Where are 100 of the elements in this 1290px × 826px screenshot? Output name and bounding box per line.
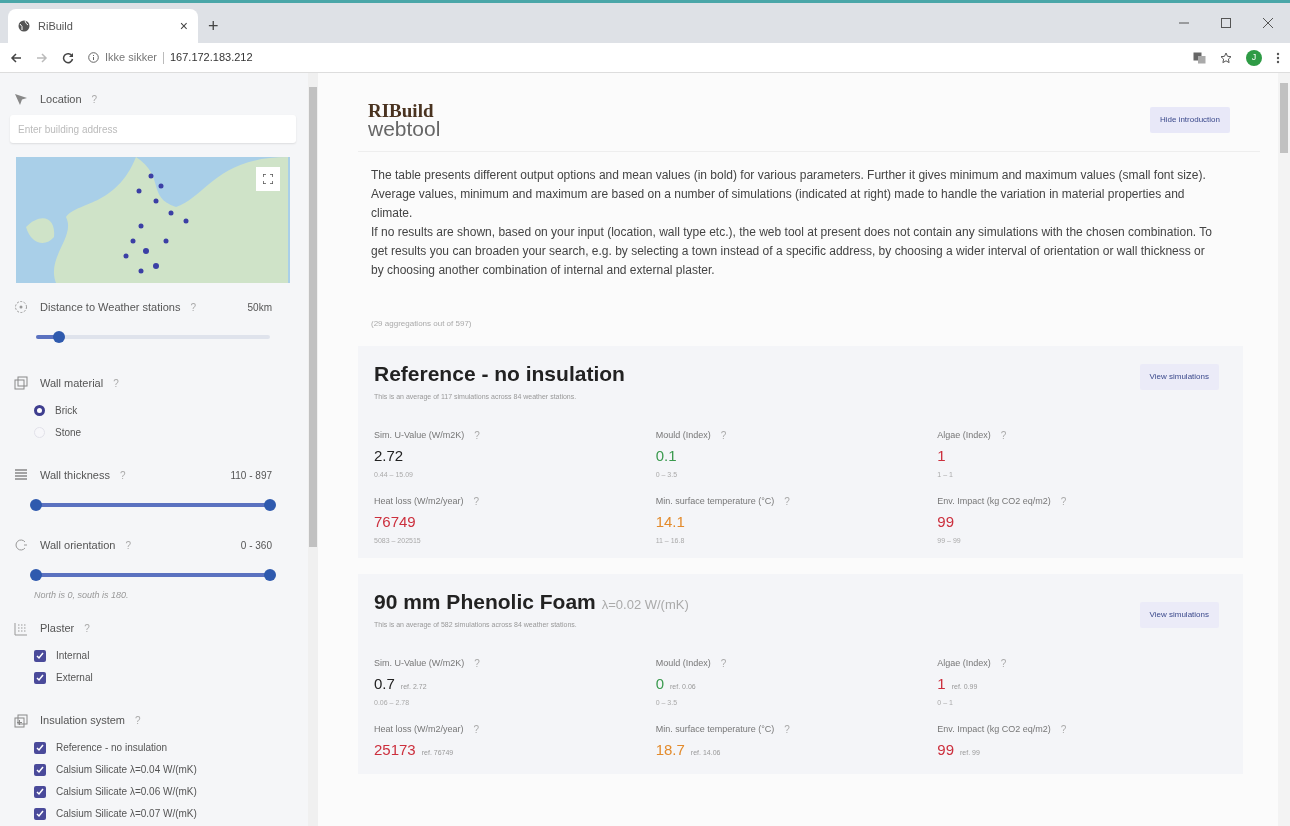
view-simulations-button[interactable]: View simulations: [1139, 602, 1219, 628]
metric-value: 0: [655, 674, 664, 694]
section-label: Wall thickness: [40, 467, 110, 483]
help-icon[interactable]: ?: [720, 656, 727, 671]
fullscreen-button[interactable]: [256, 167, 280, 191]
metric-value: 99: [937, 512, 954, 532]
address-bar[interactable]: Ikke sikker 167.172.183.212: [88, 45, 1179, 70]
slider-thumb[interactable]: [264, 499, 276, 511]
metric-label: Algae (Index): [937, 656, 991, 670]
translate-icon[interactable]: [1193, 51, 1206, 64]
metric-label: Mould (Index): [655, 656, 711, 670]
intro-paragraph: The table presents different output options and mean values (in bold) for various parameters. Further it gives minimum and maximum values (small font size). Average values, minimum and maximum are based on a number of simulations (indicated at right) made to handle the variation in material properties and climate.: [371, 167, 1207, 222]
metric-value: 0.7: [374, 674, 395, 694]
slider-thumb[interactable]: [53, 331, 66, 343]
help-icon[interactable]: ?: [784, 494, 790, 509]
checkbox[interactable]: [34, 741, 46, 754]
metric-label: Min. surface temperature (°C): [655, 722, 775, 736]
metric-value: 1: [937, 446, 946, 466]
card-title: Reference - no insulation: [374, 361, 625, 387]
url-text: 167.172.183.212: [169, 50, 253, 66]
metric-value: 14.1: [655, 512, 685, 532]
profile-avatar[interactable]: J: [1246, 49, 1262, 66]
help-icon[interactable]: ?: [720, 428, 727, 443]
metric-label: Env. Impact (kg CO2 eq/m2): [937, 494, 1051, 508]
aggregation-count: (29 aggregations out of 597): [370, 318, 473, 330]
checkbox[interactable]: [34, 763, 46, 776]
checkbox[interactable]: [34, 649, 46, 662]
view-simulations-button[interactable]: View simulations: [1139, 364, 1219, 390]
help-icon[interactable]: ?: [91, 91, 98, 107]
scrollbar-thumb[interactable]: [1280, 83, 1288, 153]
slider-note: North is 0, south is 180.: [33, 589, 130, 602]
help-icon[interactable]: ?: [113, 375, 119, 391]
metric-label: Mould (Index): [655, 428, 711, 442]
new-tab-button[interactable]: +: [198, 9, 229, 43]
slider-thumb[interactable]: [264, 569, 276, 581]
close-icon[interactable]: [1262, 17, 1274, 29]
window-plus-icon: [14, 713, 28, 728]
help-icon[interactable]: ?: [190, 299, 196, 315]
scrollbar-thumb[interactable]: [309, 87, 317, 547]
checkbox[interactable]: [34, 807, 46, 820]
slider-thumb[interactable]: [30, 499, 42, 511]
lambda-note: λ=0.02 W/(mK): [601, 596, 689, 614]
option-label: Calsium Silicate λ=0.06 W/(mK): [56, 785, 197, 799]
dotted-grid-icon: [14, 621, 28, 636]
layers-icon: [14, 468, 28, 482]
checkbox[interactable]: [34, 785, 46, 798]
tab-close-button[interactable]: ×: [179, 15, 188, 37]
section-label: Insulation system: [40, 713, 125, 729]
metric-value: 76749: [374, 512, 416, 532]
option-label: Brick: [55, 403, 78, 418]
security-label: Ikke sikker: [105, 50, 157, 66]
help-icon[interactable]: ?: [1000, 428, 1007, 443]
crosshair-icon: [14, 300, 28, 314]
back-icon[interactable]: [10, 51, 22, 64]
info-icon: [88, 52, 99, 63]
help-icon[interactable]: ?: [474, 656, 480, 671]
browser-tab[interactable]: RiBuild ×: [8, 9, 198, 43]
fullscreen-icon: [263, 174, 273, 184]
cursor-arrow-icon: [14, 92, 28, 106]
maximize-icon[interactable]: [1220, 17, 1232, 29]
stacked-squares-icon: [14, 376, 28, 390]
metric-label: Min. surface temperature (°C): [655, 494, 775, 508]
hide-introduction-button[interactable]: Hide introduction: [1149, 107, 1230, 133]
help-icon[interactable]: ?: [125, 537, 131, 553]
option-label: Reference - no insulation: [56, 741, 168, 755]
section-label: Distance to Weather stations: [40, 299, 181, 315]
help-icon[interactable]: ?: [473, 722, 480, 737]
slider-thumb[interactable]: [30, 569, 42, 581]
help-icon[interactable]: ?: [84, 621, 90, 636]
checkbox[interactable]: [34, 671, 46, 684]
metric-label: Sim. U-Value (W/m2K): [374, 428, 465, 442]
card-title: 90 mm Phenolic Foam: [374, 589, 596, 615]
metric-value: 0.1: [655, 446, 677, 466]
tab-title: RiBuild: [38, 18, 74, 34]
option-label: External: [56, 671, 93, 685]
menu-icon[interactable]: [1276, 51, 1280, 64]
option-label: Calsium Silicate λ=0.07 W/(mK): [56, 807, 197, 821]
address-input-field[interactable]: Enter building address: [10, 115, 296, 143]
logo: RIBuild webtool: [368, 101, 441, 139]
radio-button[interactable]: [34, 404, 45, 416]
help-icon[interactable]: ?: [784, 722, 790, 737]
metric-label: Env. Impact (kg CO2 eq/m2): [937, 722, 1051, 736]
help-icon[interactable]: ?: [473, 494, 480, 509]
section-label: Wall orientation: [40, 537, 116, 553]
help-icon[interactable]: ?: [1060, 722, 1067, 737]
range-value: 0 - 360: [240, 538, 272, 553]
option-label: Stone: [55, 425, 82, 440]
metric-value: 25173: [374, 740, 416, 760]
help-icon[interactable]: ?: [1060, 494, 1067, 509]
reload-icon[interactable]: [62, 51, 74, 64]
help-icon[interactable]: ?: [1000, 656, 1007, 671]
section-label: Location: [40, 91, 82, 107]
metric-value: 1: [937, 674, 946, 694]
help-icon[interactable]: ?: [119, 467, 126, 483]
metric-label: Heat loss (W/m2/year): [374, 722, 464, 736]
help-icon[interactable]: ?: [135, 713, 141, 728]
metric-value: 2.72: [374, 446, 404, 466]
help-icon[interactable]: ?: [474, 428, 480, 443]
range-value: 50km: [247, 300, 272, 315]
star-icon[interactable]: [1220, 51, 1232, 64]
